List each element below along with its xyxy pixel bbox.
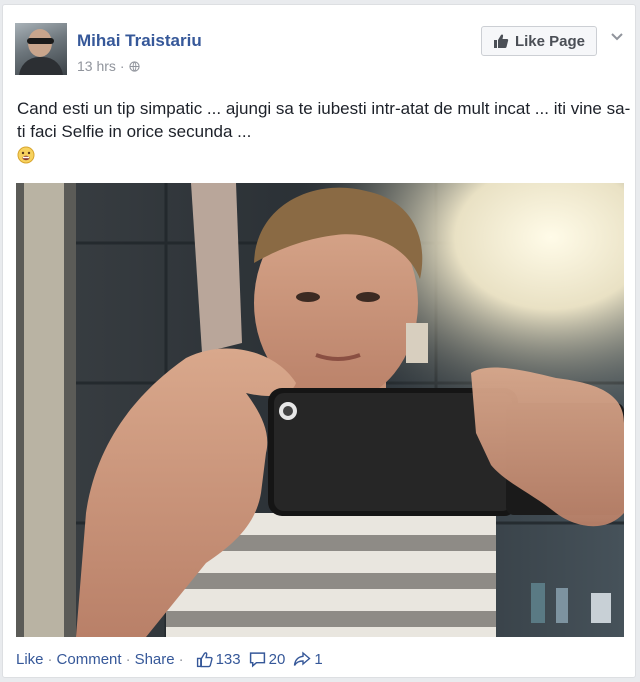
comments-count[interactable]: 20: [249, 651, 286, 668]
comments-count-value: 20: [268, 651, 286, 668]
action-separator: ·: [178, 651, 184, 668]
thumbs-up-outline-icon: [196, 652, 213, 668]
avatar-sunglasses: [27, 38, 54, 44]
shares-count-value: 1: [314, 651, 323, 668]
like-page-label: Like Page: [514, 32, 586, 50]
author-name[interactable]: Mihai Traistariu: [77, 31, 202, 51]
avatar-shirt: [19, 57, 63, 75]
likes-count[interactable]: 133: [196, 651, 241, 668]
like-link[interactable]: Like: [16, 651, 44, 668]
likes-count-value: 133: [215, 651, 241, 668]
comment-link[interactable]: Comment: [57, 651, 122, 668]
globe-icon: [128, 60, 140, 72]
avatar[interactable]: [15, 23, 67, 75]
action-separator: ·: [125, 651, 131, 668]
post-card: Mihai Traistariu 13 hrs · Like Page Cand…: [2, 4, 636, 678]
shares-count[interactable]: 1: [293, 651, 323, 668]
like-page-button[interactable]: Like Page: [481, 26, 597, 56]
share-arrow-icon: [294, 651, 311, 666]
post-photo[interactable]: [16, 183, 624, 637]
share-link[interactable]: Share: [135, 651, 175, 668]
chevron-down-icon[interactable]: [609, 29, 625, 45]
post-text: Cand esti un tip simpatic ... ajungi sa …: [17, 99, 631, 141]
drooling-face-emoji: [17, 146, 35, 164]
post-time[interactable]: 13 hrs: [77, 58, 116, 74]
thumbs-up-icon: [493, 34, 509, 48]
post-meta: 13 hrs ·: [77, 58, 140, 74]
comment-bubble-icon: [249, 652, 265, 668]
action-separator: ·: [47, 651, 53, 668]
post-actions: Like · Comment · Share · 133 20 1: [16, 651, 323, 668]
selfie-photo: [16, 183, 624, 637]
meta-separator: ·: [119, 58, 125, 74]
